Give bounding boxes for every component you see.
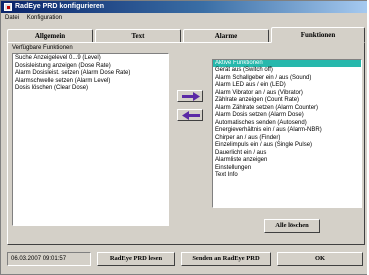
menu-datei[interactable]: Datei	[5, 13, 19, 24]
app-icon	[4, 3, 12, 11]
available-functions-list[interactable]: Suche Anzeigelevel 0...9 (Level) Dosislei…	[12, 53, 169, 226]
list-item[interactable]: Dosisleistung anzeigen (Dose Rate)	[15, 63, 166, 71]
active-functions-label: Aktive Funktionen	[213, 60, 361, 67]
list-item[interactable]: Dauerlicht ein / aus	[215, 150, 359, 158]
arrow-left-icon	[182, 111, 200, 120]
list-item[interactable]: Gerät aus (Switch off)	[215, 67, 359, 75]
list-item[interactable]: Einzelimpuls ein / aus (Single Pulse)	[215, 142, 359, 150]
menu-konfiguration[interactable]: Konfiguration	[27, 13, 62, 24]
list-item[interactable]: Zählrate anzeigen (Count Rate)	[215, 97, 359, 105]
list-item[interactable]: Text Info	[215, 172, 359, 180]
list-item[interactable]: Alarm Zählrate setzen (Alarm Counter)	[215, 105, 359, 113]
list-item[interactable]: Alarmliste anzeigen	[215, 157, 359, 165]
list-item[interactable]: Dosis löschen (Clear Dose)	[15, 85, 166, 93]
active-functions-list[interactable]: Aktive Funktionen Gerät aus (Switch off)…	[212, 59, 362, 208]
add-function-button[interactable]	[177, 90, 203, 102]
list-item[interactable]: Suche Anzeigelevel 0...9 (Level)	[15, 55, 166, 63]
remove-function-button[interactable]	[177, 109, 203, 121]
tab-text[interactable]: Text	[95, 29, 181, 42]
arrow-right-icon	[182, 92, 200, 101]
clear-all-button[interactable]: Alle löschen	[264, 219, 320, 233]
ok-button[interactable]: OK	[277, 252, 363, 266]
menu-bar: Datei Konfiguration	[1, 13, 368, 24]
title-bar[interactable]: RadEye PRD konfigurieren	[1, 1, 368, 13]
functions-panel: Verfügbare Funktionen Suche Anzeigelevel…	[7, 42, 365, 245]
send-device-button[interactable]: Senden an RadEye PRD	[181, 252, 271, 266]
available-functions-label: Verfügbare Funktionen	[12, 45, 73, 51]
datetime-display: 06.03.2007 09:01:57	[7, 252, 91, 266]
list-item[interactable]: Einstellungen	[215, 165, 359, 173]
config-window: RadEye PRD konfigurieren Datei Konfigura…	[0, 0, 369, 275]
list-item[interactable]: Alarm Dosisleist. setzen (Alarm Dose Rat…	[15, 70, 166, 78]
list-item[interactable]: Automatisches senden (Autosend)	[215, 120, 359, 128]
list-item[interactable]: Alarmschwelle setzen (Alarm Level)	[15, 78, 166, 86]
list-item[interactable]: Alarm Dosis setzen (Alarm Dose)	[215, 112, 359, 120]
read-device-button[interactable]: RadEye PRD lesen	[97, 252, 175, 266]
list-item[interactable]: Alarm Schallgeber ein / aus (Sound)	[215, 75, 359, 83]
tab-allgemein[interactable]: Allgemein	[7, 29, 93, 42]
list-item[interactable]: Alarm LED aus / ein (LED)	[215, 82, 359, 90]
list-item[interactable]: Energieverhältnis ein / aus (Alarm-NBR)	[215, 127, 359, 135]
list-item[interactable]: Chirper an / aus (Finder)	[215, 135, 359, 143]
tab-funktionen[interactable]: Funktionen	[271, 27, 365, 43]
list-item[interactable]: Alarm Vibrator an / aus (Vibrator)	[215, 90, 359, 98]
tab-alarme[interactable]: Alarme	[183, 29, 269, 42]
tab-strip: Allgemein Text Alarme Funktionen	[7, 27, 365, 43]
window-title: RadEye PRD konfigurieren	[15, 3, 105, 10]
